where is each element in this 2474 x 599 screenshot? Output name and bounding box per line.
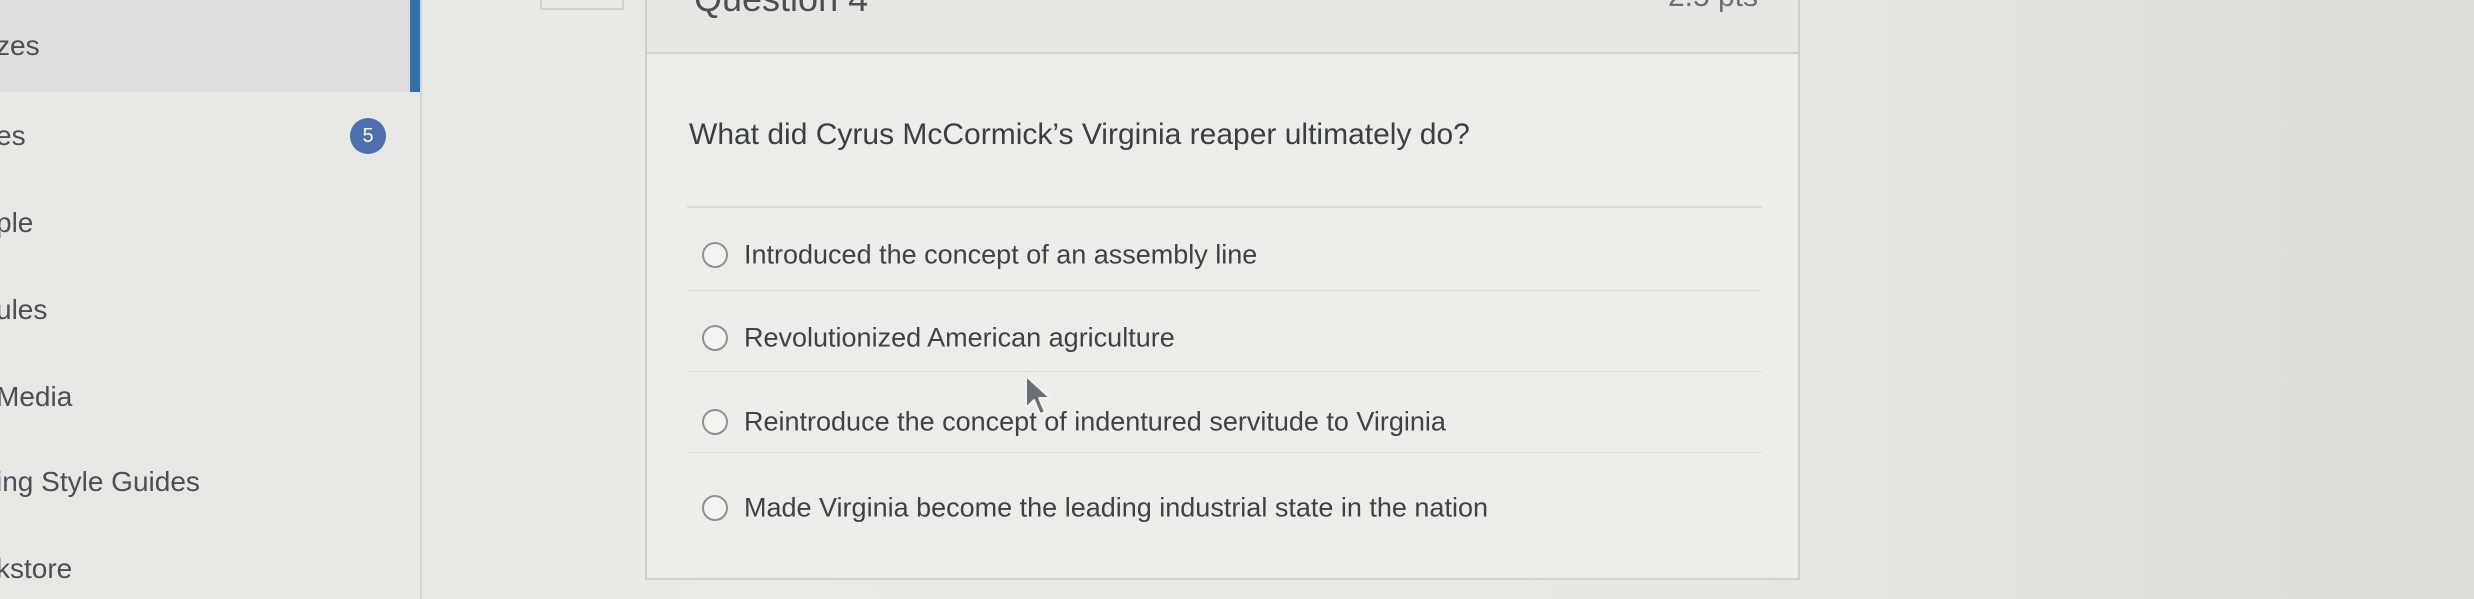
sidebar-item-label: zes bbox=[0, 30, 40, 61]
divider bbox=[687, 371, 1762, 372]
course-sidebar: zes es 5 ple ules Media ing Style Guides… bbox=[0, 0, 420, 599]
answer-label: Reintroduce the concept of indentured se… bbox=[744, 406, 1446, 437]
question-header: Question 4 2.5 pts bbox=[647, 0, 1798, 54]
radio-button[interactable] bbox=[702, 242, 728, 268]
sidebar-item-style-guides[interactable]: ing Style Guides bbox=[0, 454, 420, 510]
answer-option-2[interactable]: Revolutionized American agriculture bbox=[702, 308, 1742, 368]
sidebar-item-bookstore[interactable]: kstore bbox=[0, 541, 420, 597]
sidebar-item-label: ple bbox=[0, 207, 34, 238]
question-panel: Question 4 2.5 pts What did Cyrus McCorm… bbox=[645, 0, 1800, 580]
sidebar-item-label: Media bbox=[0, 381, 73, 412]
answer-label: Revolutionized American agriculture bbox=[744, 322, 1175, 353]
sidebar-item-modules[interactable]: ules bbox=[0, 282, 420, 338]
sidebar-item-media[interactable]: Media bbox=[0, 369, 420, 425]
sidebar-item-label: ing Style Guides bbox=[0, 466, 200, 497]
divider bbox=[687, 290, 1762, 291]
sidebar-item-label: es bbox=[0, 120, 26, 151]
answer-option-3[interactable]: Reintroduce the concept of indentured se… bbox=[702, 392, 1742, 452]
question-text: What did Cyrus McCormick’s Virginia reap… bbox=[689, 118, 1470, 151]
question-points: 2.5 pts bbox=[1668, 0, 1758, 14]
divider bbox=[687, 452, 1762, 453]
answer-option-4[interactable]: Made Virginia become the leading industr… bbox=[702, 478, 1742, 538]
radio-button[interactable] bbox=[702, 409, 728, 435]
sidebar-item-label: ules bbox=[0, 294, 48, 325]
sidebar-item-people[interactable]: ple bbox=[0, 195, 420, 251]
answer-label: Introduced the concept of an assembly li… bbox=[744, 239, 1258, 270]
previous-panel-edge bbox=[540, 0, 624, 10]
mouse-cursor-icon bbox=[1025, 375, 1051, 415]
question-title: Question 4 bbox=[694, 0, 868, 20]
sidebar-item-quizzes[interactable]: zes bbox=[0, 0, 420, 92]
sidebar-divider bbox=[420, 0, 422, 599]
answer-option-1[interactable]: Introduced the concept of an assembly li… bbox=[702, 225, 1742, 285]
radio-button[interactable] bbox=[702, 495, 728, 521]
sidebar-item-label: kstore bbox=[0, 553, 73, 584]
divider bbox=[687, 206, 1762, 208]
answer-label: Made Virginia become the leading industr… bbox=[744, 492, 1488, 523]
sidebar-item-pages[interactable]: es 5 bbox=[0, 108, 420, 164]
unread-count-badge: 5 bbox=[350, 118, 386, 154]
radio-button[interactable] bbox=[702, 325, 728, 351]
